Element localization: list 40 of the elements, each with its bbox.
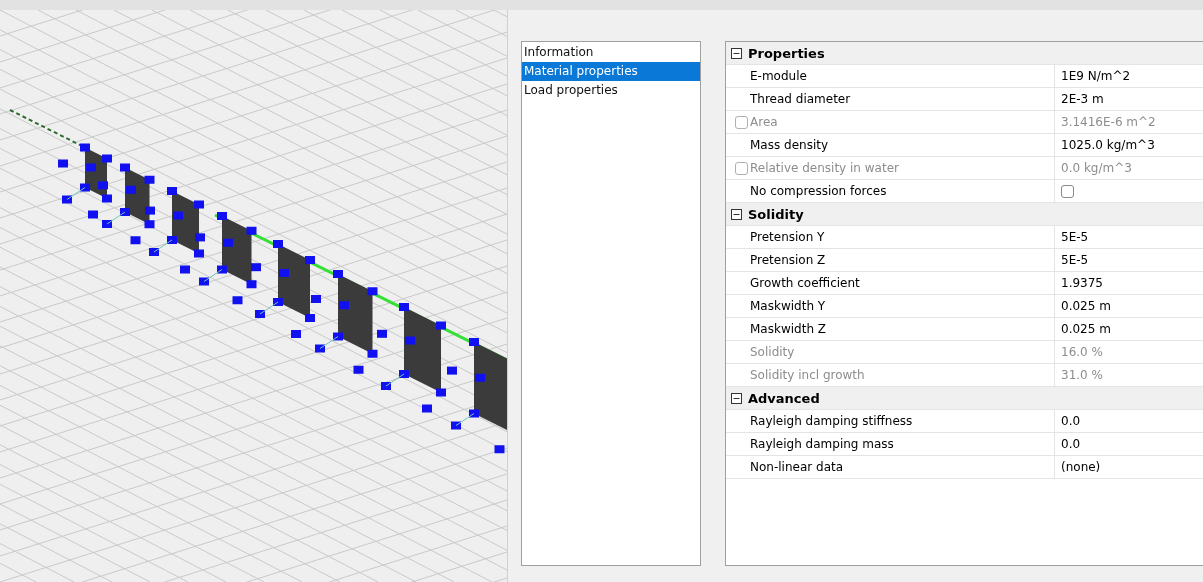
category-title: Advanced <box>748 390 820 406</box>
property-name: Growth coefficient <box>750 276 860 290</box>
property-value[interactable]: (none) <box>1061 460 1101 474</box>
property-name: No compression forces <box>750 184 887 198</box>
property-value[interactable]: 0.025 m <box>1061 322 1111 336</box>
category-header[interactable]: Solidity <box>726 203 1203 226</box>
collapse-icon[interactable] <box>731 47 742 59</box>
category-title: Solidity <box>748 206 804 222</box>
property-name: Rayleigh damping stiffness <box>750 414 913 428</box>
property-name: Non-linear data <box>750 460 844 474</box>
property-name: Area <box>750 115 778 129</box>
property-value[interactable]: 0.0 <box>1061 437 1081 451</box>
category-header[interactable]: Advanced <box>726 387 1203 410</box>
property-name: Pretension Z <box>750 253 826 267</box>
property-value[interactable]: 1E9 N/m^2 <box>1061 69 1131 83</box>
property-name: E-module <box>750 69 807 83</box>
property-value[interactable]: 5E-5 <box>1061 230 1089 244</box>
collapse-icon[interactable] <box>731 392 742 404</box>
property-name: Solidity incl growth <box>750 368 865 382</box>
category-title: Properties <box>748 45 825 61</box>
property-name: Relative density in water <box>750 161 899 175</box>
collapse-icon[interactable] <box>731 208 742 220</box>
property-name: Solidity <box>750 345 795 359</box>
property-value[interactable]: 0.0 <box>1061 414 1081 428</box>
property-value[interactable]: 1025.0 kg/m^3 <box>1061 138 1155 152</box>
category-header[interactable]: Properties <box>726 42 1203 65</box>
property-name: Thread diameter <box>750 92 851 106</box>
section-item[interactable]: Information <box>522 43 700 62</box>
property-name: Rayleigh damping mass <box>750 437 894 451</box>
property-value[interactable]: 1.9375 <box>1061 276 1103 290</box>
checkbox[interactable] <box>1061 184 1074 198</box>
property-name: Maskwidth Y <box>750 299 826 313</box>
property-value[interactable]: 2E-3 m <box>1061 92 1104 106</box>
section-item[interactable]: Load properties <box>522 81 700 100</box>
property-value[interactable]: 5E-5 <box>1061 253 1089 267</box>
property-value[interactable]: 0.025 m <box>1061 299 1111 313</box>
section-item[interactable]: Material properties <box>522 62 700 81</box>
property-name: Maskwidth Z <box>750 322 827 336</box>
property-name: Pretension Y <box>750 230 825 244</box>
property-name: Mass density <box>750 138 829 152</box>
